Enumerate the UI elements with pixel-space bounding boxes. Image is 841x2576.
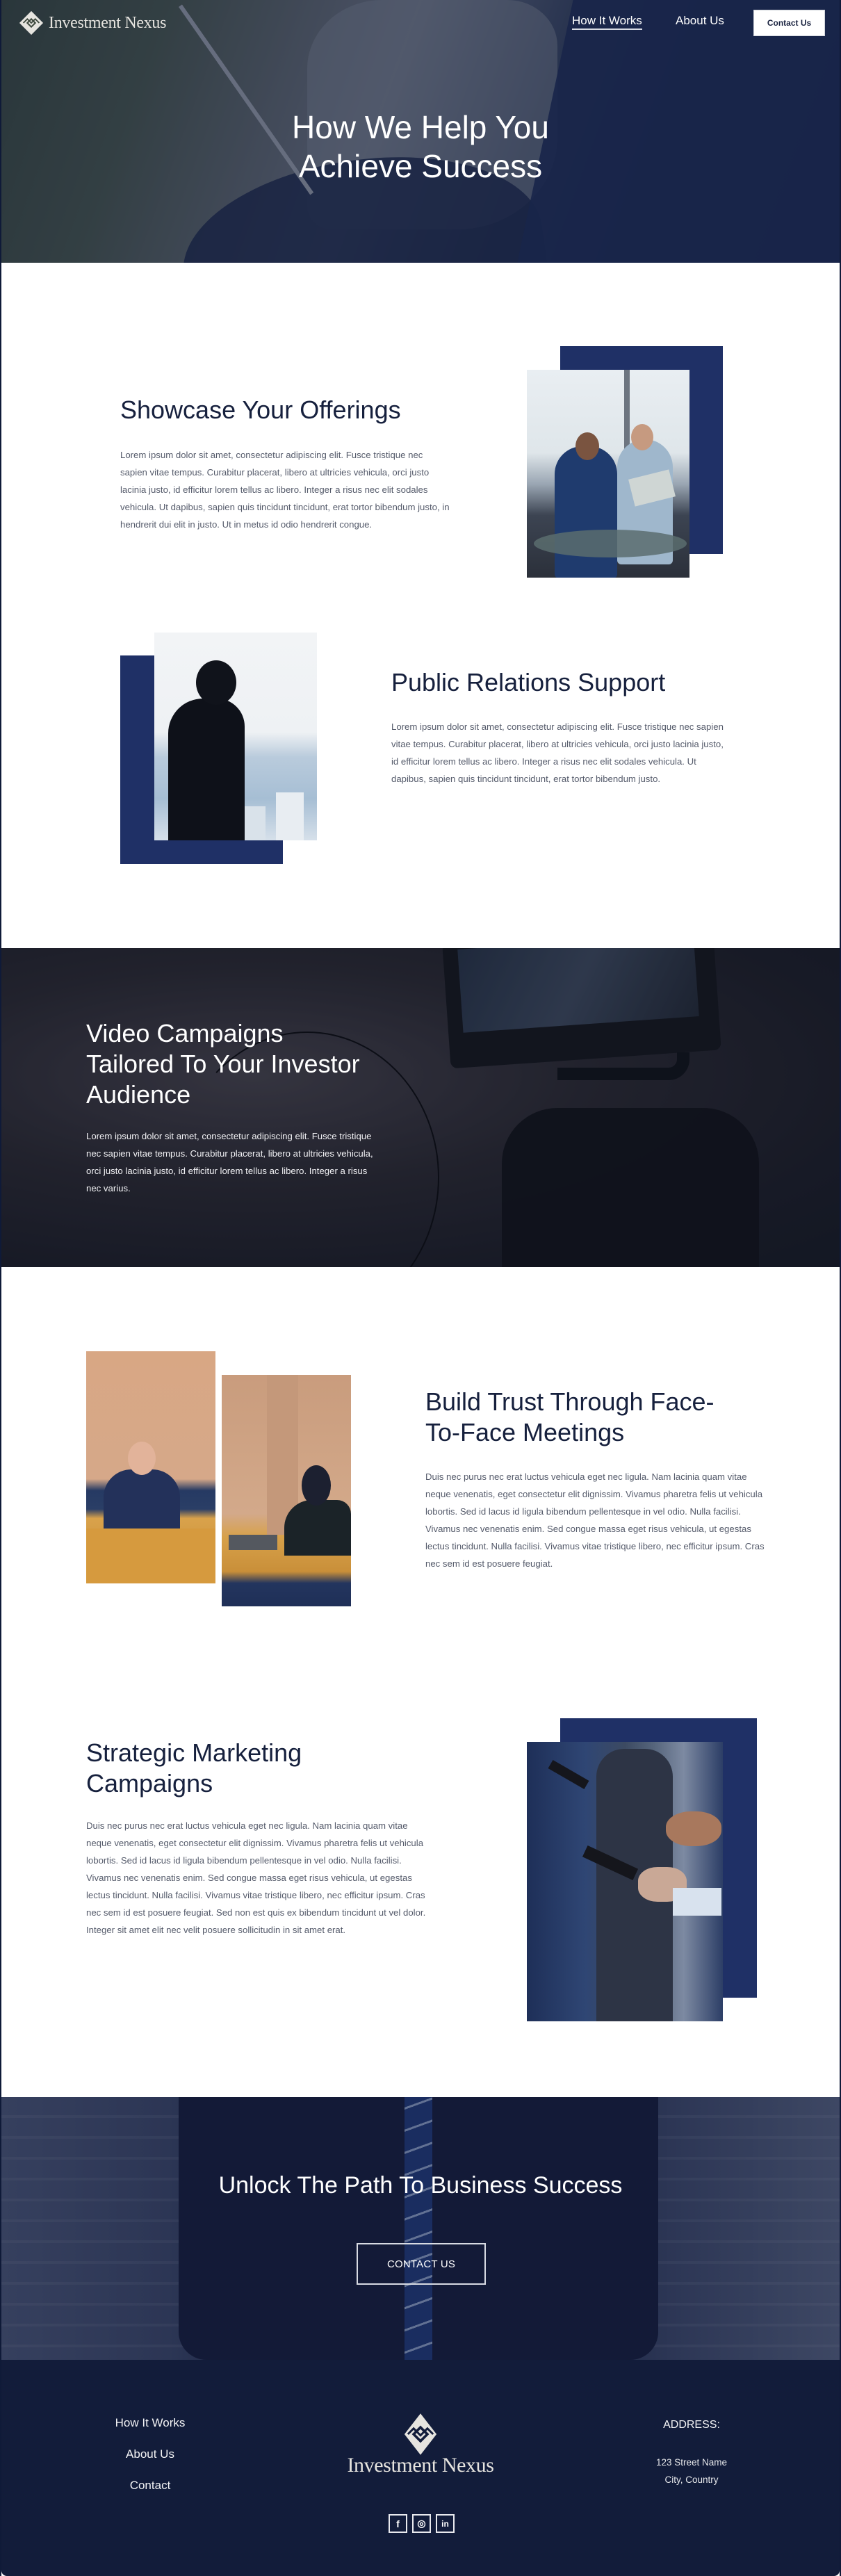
cta-overlay — [1, 2097, 840, 2360]
photo-silhouette-skyline — [154, 633, 317, 840]
diamond-logo-icon — [404, 2413, 437, 2455]
linkedin-icon[interactable]: in — [436, 2514, 455, 2533]
photo-detail — [575, 432, 599, 460]
section-title-face-to-face: Build Trust Through Face- To-Face Meetin… — [425, 1387, 759, 1448]
logo-text: Investment Nexus — [49, 13, 167, 32]
top-nav: Investment Nexus How It Works About Us C… — [1, 0, 840, 46]
title-line: Audience — [86, 1080, 191, 1109]
photo-detail — [86, 1529, 215, 1583]
photo-detail — [666, 1811, 721, 1846]
hero-title: How We Help You Achieve Success — [1, 108, 840, 186]
photo-detail — [128, 1442, 156, 1475]
photo-detail — [276, 792, 304, 840]
photo-detail — [631, 424, 653, 450]
footer-address-line1: 123 Street Name — [655, 2457, 728, 2468]
photo-detail — [245, 806, 266, 840]
title-line: Tailored To Your Investor — [86, 1050, 360, 1078]
nav-contact-button[interactable]: Contact Us — [753, 10, 825, 36]
footer-link-how-it-works[interactable]: How It Works — [81, 2416, 220, 2430]
photo-detail — [548, 1759, 589, 1790]
photo-detail — [302, 1465, 331, 1506]
section-body-showcase: Lorem ipsum dolor sit amet, consectetur … — [120, 450, 450, 530]
photo-businessman-meeting — [86, 1351, 215, 1583]
title-line: Video Campaigns — [86, 1019, 284, 1047]
logo-link[interactable]: Investment Nexus — [18, 10, 166, 36]
section-body-video: Lorem ipsum dolor sit amet, consectetur … — [86, 1131, 373, 1193]
hero-title-line2: Achieve Success — [298, 148, 543, 184]
photo-detail — [555, 446, 617, 578]
photo-businesswoman-meeting — [222, 1375, 351, 1606]
title-line: Campaigns — [86, 1769, 213, 1798]
diamond-logo-icon — [19, 10, 44, 35]
nav-how-it-works[interactable]: How It Works — [572, 14, 642, 30]
section-body-marketing: Duis nec purus nec erat luctus vehicula … — [86, 1820, 426, 1935]
photo-businessmen-sofa — [527, 370, 689, 578]
footer-address-title: ADDRESS: — [663, 2419, 720, 2431]
photo-detail — [284, 1500, 351, 1556]
photo-detail — [196, 660, 236, 705]
section-title-marketing: Strategic Marketing Campaigns — [86, 1738, 420, 1799]
title-line: Build Trust Through Face- — [425, 1387, 715, 1416]
instagram-icon[interactable]: ◎ — [412, 2514, 431, 2533]
hero-section: Investment Nexus How It Works About Us C… — [1, 0, 840, 263]
facebook-icon[interactable]: f — [389, 2514, 407, 2533]
cta-contact-button[interactable]: CONTACT US — [357, 2243, 486, 2285]
section-title-pr: Public Relations Support — [391, 668, 666, 696]
photo-detail — [534, 530, 687, 557]
title-line: Strategic Marketing — [86, 1738, 302, 1767]
section-body-pr: Lorem ipsum dolor sit amet, consectetur … — [391, 722, 724, 784]
title-line: To-Face Meetings — [425, 1418, 625, 1446]
footer-address-line2: City, Country — [664, 2475, 719, 2485]
photo-detail — [229, 1535, 277, 1550]
page: Investment Nexus How It Works About Us C… — [0, 0, 841, 2576]
section-title-video: Video Campaigns Tailored To Your Investo… — [86, 1018, 406, 1110]
photo-people-phones — [527, 1742, 723, 2021]
cta-title: Unlock The Path To Business Success — [218, 2172, 623, 2199]
cta-section — [1, 2097, 840, 2360]
photo-detail — [673, 1888, 721, 1916]
footer-link-contact[interactable]: Contact — [81, 2479, 220, 2493]
nav-about-us[interactable]: About Us — [676, 14, 724, 28]
section-title-showcase: Showcase Your Offerings — [120, 396, 401, 424]
photo-detail — [168, 699, 245, 840]
section-body-face-to-face: Duis nec purus nec erat luctus vehicula … — [425, 1472, 765, 1569]
hero-title-line1: How We Help You — [292, 109, 549, 145]
